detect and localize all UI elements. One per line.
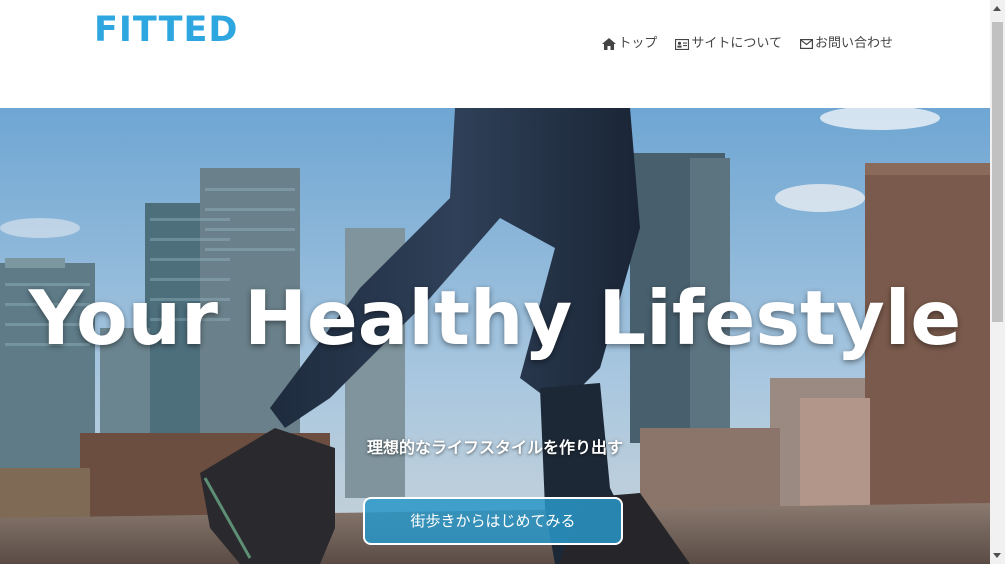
id-card-icon: [675, 38, 690, 50]
nav-item-contact[interactable]: お問い合わせ: [799, 35, 893, 53]
nav-item-label: サイトについて: [691, 36, 782, 51]
home-icon: [602, 38, 617, 50]
hero-headline: Your Healthy Lifestyle: [28, 274, 962, 362]
nav-item-label: トップ: [618, 36, 658, 51]
cta-button[interactable]: 街歩きからはじめてみる: [363, 497, 623, 545]
scrollbar-thumb[interactable]: [992, 22, 1003, 322]
hero-subtitle: 理想的なライフスタイルを作り出す: [366, 438, 623, 457]
hero-section: Your Healthy Lifestyle 理想的なライフスタイルを作り出す …: [0, 108, 990, 564]
vertical-scrollbar[interactable]: [990, 0, 1005, 564]
scroll-up-arrow-icon[interactable]: [993, 6, 1001, 11]
nav-item-top[interactable]: トップ: [602, 35, 657, 53]
main-nav: トップ サイトについて お問い合わせ: [602, 35, 893, 53]
envelope-icon: [799, 39, 813, 49]
site-header: FITTED トップ サイトについて お問い合わせ: [0, 0, 990, 108]
nav-item-about[interactable]: サイトについて: [675, 35, 782, 53]
nav-item-label: お問い合わせ: [814, 36, 893, 51]
site-logo[interactable]: FITTED: [94, 10, 238, 50]
scroll-down-arrow-icon[interactable]: [993, 553, 1001, 558]
